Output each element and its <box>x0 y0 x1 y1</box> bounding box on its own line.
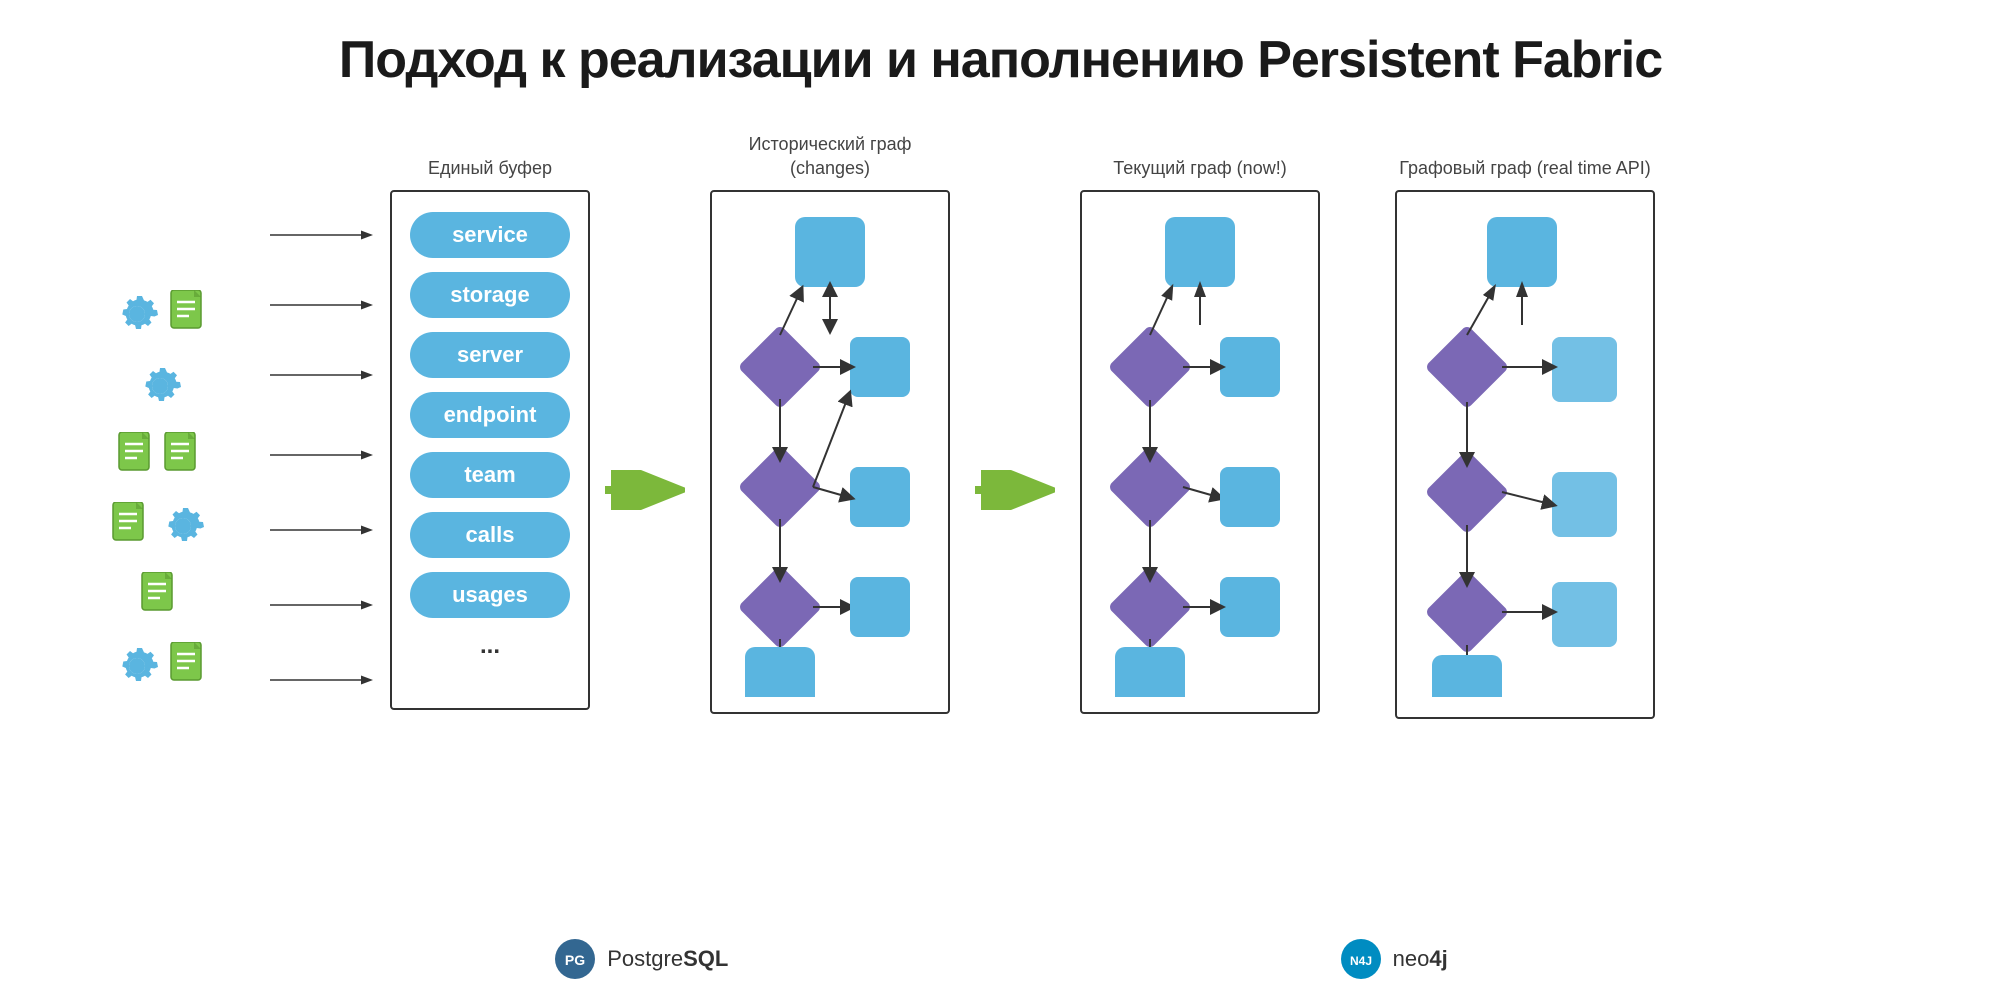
doc-icon-2 <box>117 432 157 480</box>
graph-box <box>1395 190 1655 719</box>
neo4j-icon: N4J <box>1339 937 1383 981</box>
icon-row-4 <box>111 500 209 552</box>
postgresql-logo: PG PostgreSQL <box>553 937 728 981</box>
neo4j-text: neo4j <box>1393 946 1448 972</box>
postgresql-icon: PG <box>553 937 597 981</box>
graph-label: Графовый граф (real time API) <box>1395 130 1655 180</box>
green-arrow-2 <box>975 470 1055 510</box>
icon-row-6 <box>111 640 209 692</box>
green-arrow-2-container <box>970 190 1060 790</box>
buffer-box: service storage server endpoint team cal… <box>390 190 590 710</box>
doc-icon-3 <box>163 432 203 480</box>
buffer-item-calls: calls <box>410 512 570 558</box>
arrows-svg <box>260 190 380 790</box>
green-arrow-1-container <box>600 190 690 790</box>
buffer-item-team: team <box>410 452 570 498</box>
current-section: Текущий граф (now!) <box>1060 130 1340 714</box>
postgresql-text: PostgreSQL <box>607 946 728 972</box>
icon-row-3 <box>117 432 203 480</box>
doc-icon-5 <box>140 572 180 620</box>
buffer-label: Единый буфер <box>428 130 552 180</box>
diagram: Единый буфер service storage server endp… <box>60 130 1941 922</box>
icon-row-2 <box>134 360 186 412</box>
icons-section <box>60 190 260 790</box>
doc-icon-4 <box>111 502 151 550</box>
buffer-item-server: server <box>410 332 570 378</box>
buffer-dots: ... <box>480 632 500 660</box>
graph-section: Графовый граф (real time API) <box>1370 130 1680 719</box>
logos-row: PG PostgreSQL N4J neo4j <box>248 937 1753 981</box>
current-graph-svg <box>1100 207 1300 697</box>
gear-icon-2 <box>134 360 186 412</box>
historical-graph-svg <box>730 207 930 697</box>
gear-icon-4 <box>111 640 163 692</box>
page: Подход к реализации и наполнению Persist… <box>0 0 2001 1001</box>
doc-icon-1 <box>169 290 209 338</box>
svg-text:PG: PG <box>565 952 585 968</box>
page-title: Подход к реализации и наполнению Persist… <box>339 30 1662 90</box>
historical-label: Исторический граф (changes) <box>720 130 940 180</box>
buffer-item-service: service <box>410 212 570 258</box>
arrows-to-buffer <box>260 190 380 790</box>
gear-icon-1 <box>111 288 163 340</box>
current-label: Текущий граф (now!) <box>1090 130 1310 180</box>
buffer-item-usages: usages <box>410 572 570 618</box>
doc-icon-6 <box>169 642 209 690</box>
current-box <box>1080 190 1320 714</box>
buffer-item-endpoint: endpoint <box>410 392 570 438</box>
svg-text:N4J: N4J <box>1350 954 1372 968</box>
buffer-item-storage: storage <box>410 272 570 318</box>
gear-icon-3 <box>157 500 209 552</box>
neo4j-logo: N4J neo4j <box>1339 937 1448 981</box>
historical-box <box>710 190 950 714</box>
icon-row-1 <box>111 288 209 340</box>
icon-row-5 <box>140 572 180 620</box>
green-arrow-1 <box>605 470 685 510</box>
buffer-section: Единый буфер service storage server endp… <box>380 130 600 710</box>
historical-section: Исторический граф (changes) <box>690 130 970 714</box>
graph-svg <box>1412 207 1642 697</box>
